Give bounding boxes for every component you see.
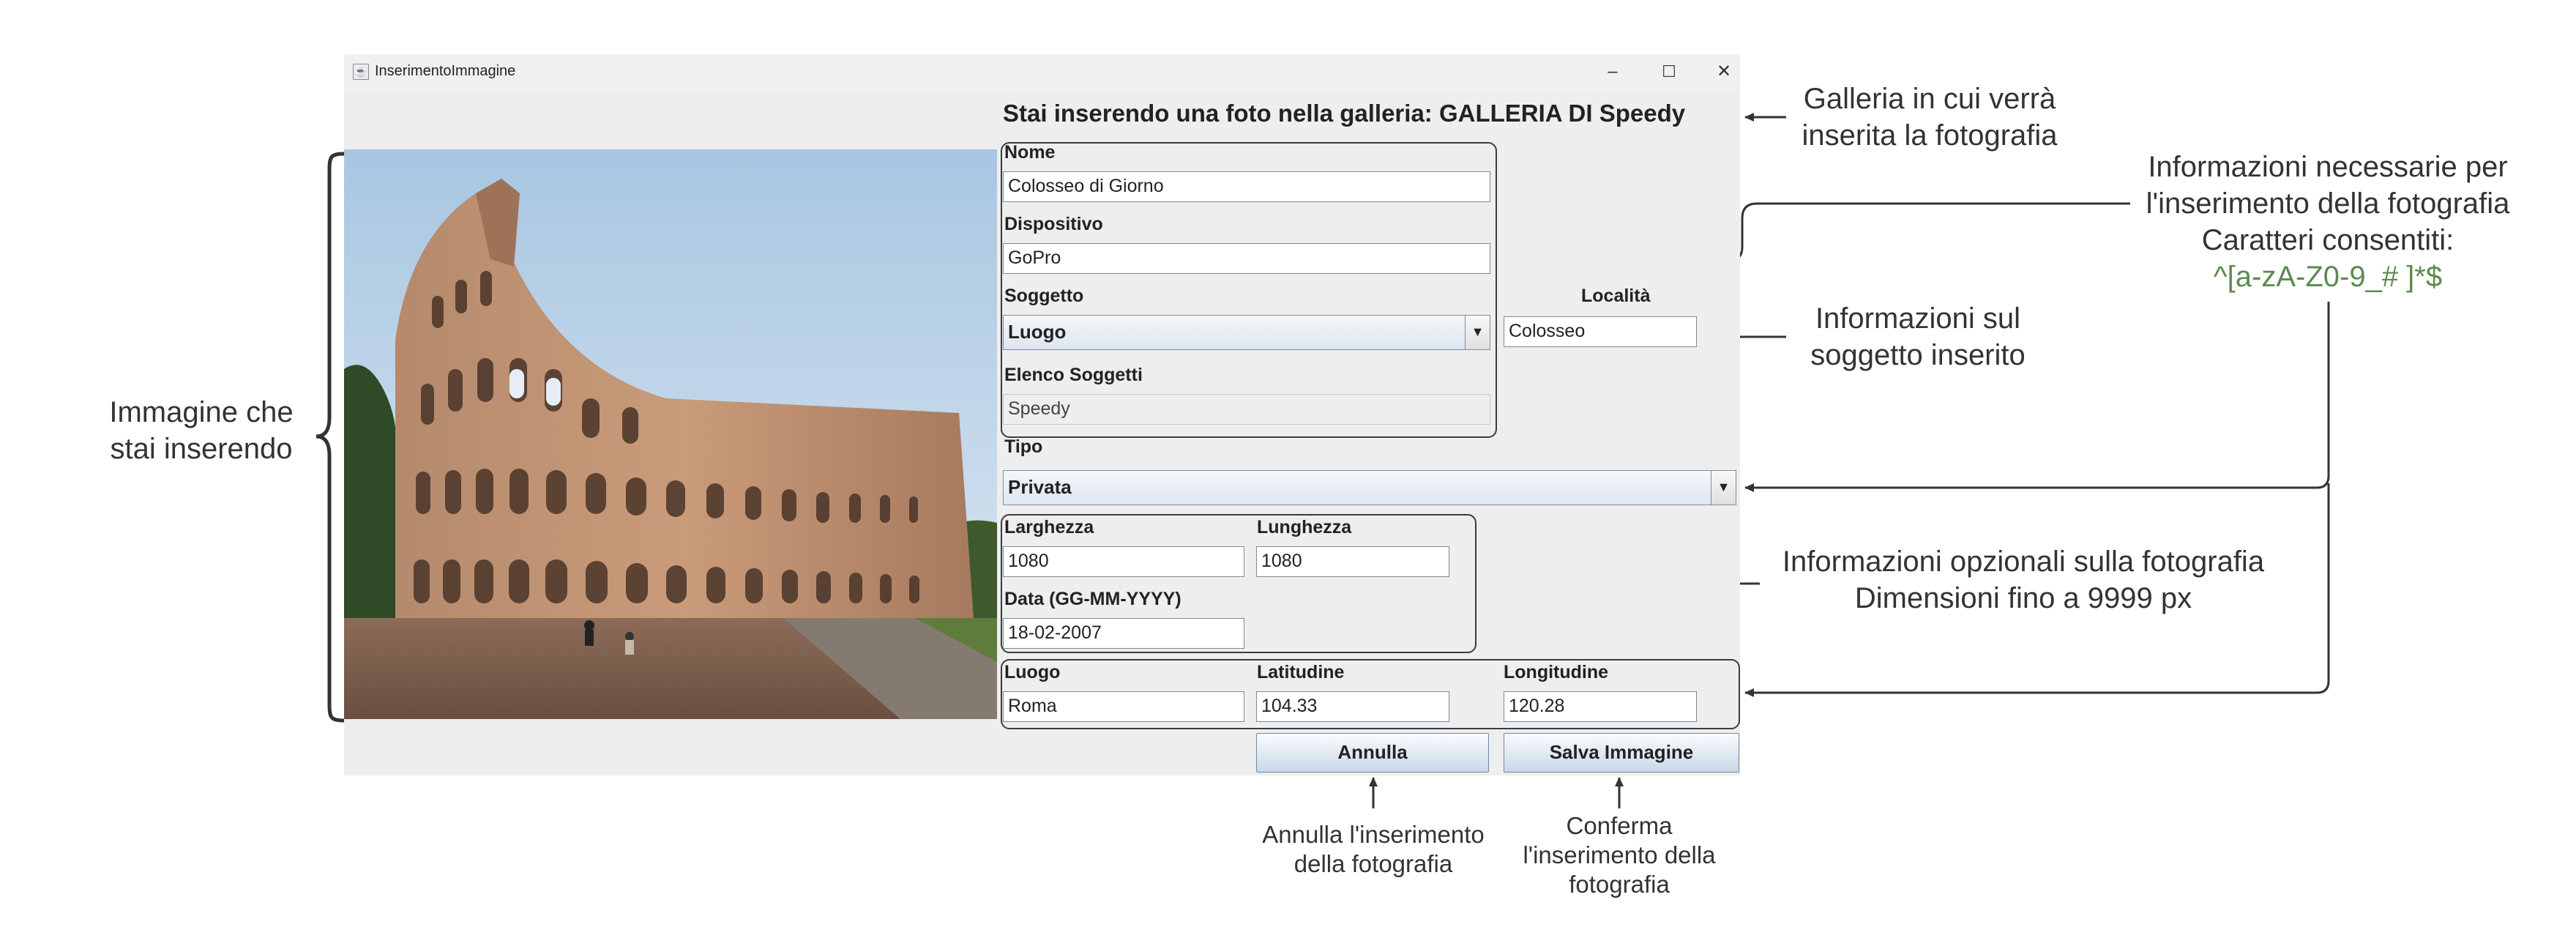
luogo-label: Luogo: [1004, 662, 1061, 682]
longitudine-label: Longitudine: [1504, 662, 1609, 682]
annulla-annotation-line: della fotografia: [1293, 850, 1453, 877]
app-window: ☕ InserimentoImmagine – ☐ ✕ Stai inseren…: [344, 54, 1740, 775]
optional-annotation-line: Dimensioni fino a 9999 px: [1854, 582, 2192, 614]
gallery-annotation: Galleria in cui verrà inserita la fotogr…: [1783, 81, 2076, 154]
subject-annotation: Informazioni sul soggetto inserito: [1786, 300, 2050, 373]
dispositivo-label: Dispositivo: [1004, 214, 1103, 234]
close-button[interactable]: ✕: [1702, 59, 1746, 85]
required-annotation-line: Informazioni necessarie per: [2148, 151, 2508, 183]
lunghezza-label: Lunghezza: [1257, 517, 1352, 537]
maximize-button[interactable]: ☐: [1647, 59, 1691, 85]
tipo-value: Privata: [1008, 476, 1072, 498]
conferma-annotation: Conferma l'inserimento della fotografia: [1495, 811, 1744, 899]
soggetto-select[interactable]: Luogo ▼: [1003, 315, 1490, 350]
conferma-annotation-line: Conferma: [1566, 812, 1673, 839]
gallery-annotation-line: inserita la fotografia: [1802, 119, 2058, 152]
chevron-down-icon[interactable]: ▼: [1465, 316, 1490, 349]
optional-annotation-line: Informazioni opzionali sulla fotografia: [1782, 546, 2265, 578]
data-input[interactable]: 18-02-2007: [1003, 618, 1244, 649]
nome-label: Nome: [1004, 142, 1056, 163]
title-bar[interactable]: ☕ InserimentoImmagine – ☐ ✕: [344, 54, 1740, 91]
latitudine-label: Latitudine: [1257, 662, 1345, 682]
longitudine-input[interactable]: 120.28: [1504, 691, 1697, 722]
nome-input[interactable]: Colosseo di Giorno: [1003, 171, 1490, 202]
salva-immagine-button[interactable]: Salva Immagine: [1504, 733, 1739, 773]
java-icon: ☕: [353, 64, 369, 80]
subject-annotation-line: soggetto inserito: [1810, 339, 2026, 371]
dispositivo-input[interactable]: GoPro: [1003, 243, 1490, 274]
required-annotation: Informazioni necessarie per l'inseriment…: [2123, 149, 2533, 295]
luogo-input[interactable]: Roma: [1003, 691, 1244, 722]
larghezza-label: Larghezza: [1004, 517, 1094, 537]
latitudine-input[interactable]: 104.33: [1256, 691, 1449, 722]
gallery-header: Stai inserendo una foto nella galleria: …: [1003, 100, 1686, 127]
gallery-annotation-line: Galleria in cui verrà: [1803, 83, 2056, 115]
optional-annotation: Informazioni opzionali sulla fotografia …: [1760, 543, 2287, 617]
elenco-soggetti-label: Elenco Soggetti: [1004, 365, 1143, 385]
conferma-annotation-line: fotografia: [1569, 871, 1670, 898]
localita-input[interactable]: Colosseo: [1504, 316, 1697, 347]
minimize-button[interactable]: –: [1591, 59, 1635, 85]
colosseum-photo: [344, 149, 997, 719]
image-annotation-line: Immagine che: [109, 396, 294, 428]
soggetto-label: Soggetto: [1004, 286, 1084, 306]
data-label: Data (GG-MM-YYYY): [1004, 589, 1181, 609]
image-annotation-line: stai inserendo: [110, 433, 293, 465]
lunghezza-input[interactable]: 1080: [1256, 546, 1449, 577]
elenco-soggetti-field: Speedy: [1003, 394, 1490, 425]
required-annotation-line: l'inserimento della fotografia: [2146, 187, 2510, 220]
soggetto-value: Luogo: [1008, 321, 1067, 343]
image-annotation: Immagine che stai inserendo: [81, 394, 322, 467]
larghezza-input[interactable]: 1080: [1003, 546, 1244, 577]
tipo-select[interactable]: Privata ▼: [1003, 470, 1736, 505]
regex-text: ^[a-zA-Z0-9_# ]*$: [2213, 261, 2443, 293]
window-title: InserimentoImmagine: [375, 63, 516, 79]
conferma-annotation-line: l'inserimento della: [1523, 841, 1716, 868]
tipo-label: Tipo: [1004, 436, 1043, 457]
annulla-annotation: Annulla l'inserimento della fotografia: [1242, 820, 1505, 879]
subject-annotation-line: Informazioni sul: [1815, 302, 2021, 335]
annulla-annotation-line: Annulla l'inserimento: [1262, 821, 1485, 848]
localita-label: Località: [1581, 286, 1651, 306]
annulla-button[interactable]: Annulla: [1256, 733, 1489, 773]
chevron-down-icon[interactable]: ▼: [1711, 471, 1736, 505]
required-annotation-line: Caratteri consentiti:: [2201, 224, 2454, 256]
